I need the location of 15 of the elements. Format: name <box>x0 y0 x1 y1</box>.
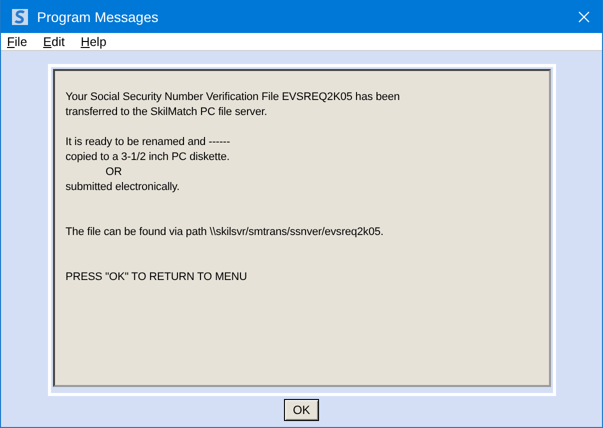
message-line: submitted electronically. <box>66 180 181 195</box>
message-line: OR <box>104 165 123 180</box>
close-icon[interactable] <box>578 10 590 22</box>
message-line: PRESS "OK" TO RETURN TO MENU <box>66 270 248 285</box>
message-line: transferred to the SkilMatch PC file server. <box>66 105 268 120</box>
message-line: It is ready to be renamed and ------ <box>66 135 232 150</box>
message-line: The file can be found via path \\skilsvr/smtrans/ssnver/evsreq2k05. <box>66 225 384 240</box>
menu-item[interactable]: Help <box>80 34 106 48</box>
app-logo-icon <box>12 8 28 24</box>
message-line: copied to a 3-1/2 inch PC diskette. <box>66 150 231 165</box>
window-title: Program Messages <box>37 8 160 24</box>
menu-item[interactable]: Edit <box>43 34 65 48</box>
ok-button[interactable]: OK <box>284 399 319 421</box>
message-line: Your Social Security Number Verification File EVSREQ2K05 has been <box>66 90 401 105</box>
menu-item[interactable]: File <box>7 34 28 48</box>
